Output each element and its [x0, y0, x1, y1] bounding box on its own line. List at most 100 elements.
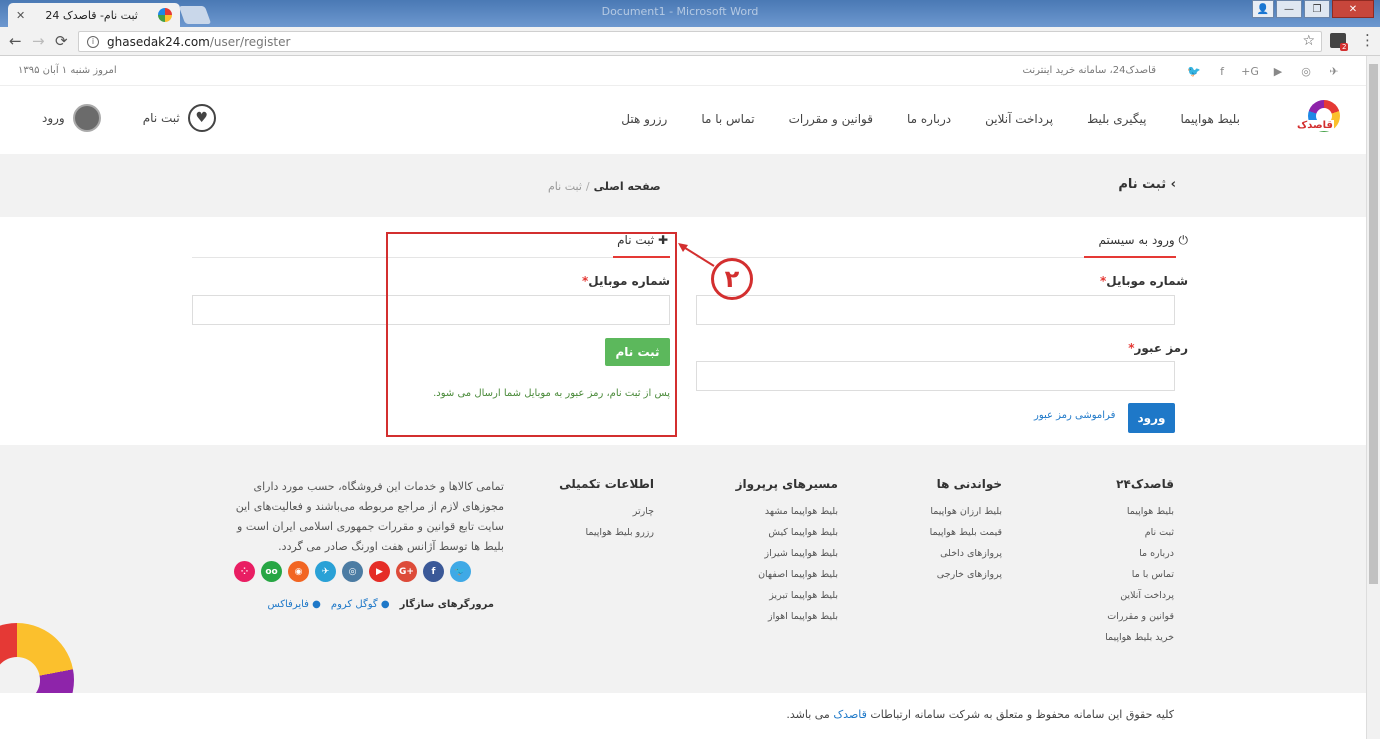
footer-link[interactable]: بلیط هواپیما کیش: [736, 522, 838, 543]
rss-icon[interactable]: ◉: [288, 561, 309, 582]
login-password-input[interactable]: [696, 361, 1175, 391]
footer-col-readings: خواندنی ها بلیط ارزان هواپیما قیمت بلیط …: [930, 477, 1002, 585]
site-tagline: قاصدک24، سامانه خرید اینترنت: [1022, 65, 1156, 76]
footer-link[interactable]: قیمت بلیط هواپیما: [930, 522, 1002, 543]
main-navigation: بلیط هواپیما پیگیری بلیط پرداخت آنلاین د…: [621, 112, 1240, 126]
facebook-icon[interactable]: f: [1214, 63, 1230, 79]
login-submit-button[interactable]: ورود: [1128, 403, 1175, 433]
back-arrow-icon[interactable]: ←: [9, 32, 22, 50]
footer-link[interactable]: بلیط هواپیما شیراز: [736, 543, 838, 564]
tab-close-icon[interactable]: ✕: [16, 9, 25, 22]
reload-icon[interactable]: ⟳: [55, 32, 68, 50]
footer-link[interactable]: درباره ما: [1105, 543, 1174, 564]
login-mobile-input[interactable]: [696, 295, 1175, 325]
maximize-button[interactable]: ❐: [1304, 0, 1330, 18]
page-heading-bar: › ثبت نام صفحه اصلی /ثبت نام: [0, 154, 1366, 217]
forgot-password-link[interactable]: فراموشی رمز عبور: [1034, 410, 1115, 421]
new-tab-button[interactable]: [178, 6, 212, 24]
app-icon[interactable]: ⁘: [234, 561, 255, 582]
forward-arrow-icon[interactable]: →: [32, 32, 45, 50]
footer-link[interactable]: قوانین و مقررات: [1105, 606, 1174, 627]
nav-terms[interactable]: قوانین و مقررات: [789, 112, 873, 126]
instagram-icon[interactable]: ◎: [1298, 63, 1314, 79]
breadcrumb-separator: /: [585, 180, 590, 193]
login-mobile-label: شماره موبایل*: [1100, 274, 1188, 288]
user-profile-icon[interactable]: 👤: [1252, 0, 1274, 18]
header-login-link[interactable]: ورود: [42, 111, 65, 125]
footer-col-title: اطلاعات تکمیلی: [559, 477, 654, 491]
twitter-icon[interactable]: 🐦: [450, 561, 471, 582]
address-toolbar: ← → ⟳ i ghasedak24.com/user/register ☆ 2…: [0, 27, 1380, 56]
footer-link[interactable]: خرید بلیط هواپیما: [1105, 627, 1174, 648]
footer-col-title: قاصدک۲۴: [1116, 477, 1174, 491]
extension-badge: 2: [1340, 43, 1349, 51]
browser-tab[interactable]: ثبت نام- قاصدک 24 ✕: [8, 3, 180, 27]
google-plus-icon[interactable]: G+: [396, 561, 417, 582]
nav-about-us[interactable]: درباره ما: [907, 112, 951, 126]
auth-links: ورود ثبت نام ♥: [42, 104, 216, 132]
footer-link[interactable]: پروازهای داخلی: [930, 543, 1002, 564]
page-scrollbar[interactable]: [1366, 56, 1380, 739]
footer-link[interactable]: بلیط ارزان هواپیما: [930, 501, 1002, 522]
instagram-icon[interactable]: ◎: [342, 561, 363, 582]
register-heart-icon[interactable]: ♥: [187, 104, 216, 132]
nav-flight-tickets[interactable]: بلیط هواپیما: [1180, 112, 1240, 126]
breadcrumb-home[interactable]: صفحه اصلی: [594, 180, 661, 193]
header-register-link[interactable]: ثبت نام: [143, 111, 180, 125]
footer-link[interactable]: رزرو بلیط هواپیما: [559, 522, 654, 543]
nav-contact[interactable]: تماس با ما: [701, 112, 754, 126]
telegram-icon[interactable]: ✈: [315, 561, 336, 582]
power-icon: ⏻: [1178, 233, 1189, 247]
footer-link[interactable]: تماس با ما: [1105, 564, 1174, 585]
site-footer: قاصدک۲۴ بلیط هواپیما ثبت نام درباره ما ت…: [0, 445, 1366, 693]
site-logo[interactable]: قاصدک: [1296, 100, 1340, 136]
login-password-label: رمز عبور*: [1128, 341, 1188, 355]
twitter-icon[interactable]: 🐦: [1186, 63, 1202, 79]
page-title: › ثبت نام: [1118, 177, 1176, 192]
user-avatar-icon[interactable]: [72, 104, 101, 132]
footer-link[interactable]: ثبت نام: [1105, 522, 1174, 543]
bookmark-star-icon[interactable]: ☆: [1302, 33, 1315, 49]
youtube-icon[interactable]: ▶: [1270, 63, 1286, 79]
footer-link[interactable]: بلیط هواپیما تبریز: [736, 585, 838, 606]
scrollbar-thumb[interactable]: [1369, 64, 1378, 584]
logo-text: قاصدک: [1296, 120, 1334, 131]
footer-link[interactable]: بلیط هواپیما اهواز: [736, 606, 838, 627]
url-host: ghasedak24.com: [107, 34, 210, 49]
youtube-icon[interactable]: ▶: [369, 561, 390, 582]
telegram-icon[interactable]: ✈: [1326, 63, 1342, 79]
breadcrumb: صفحه اصلی /ثبت نام: [548, 180, 661, 193]
annotation-step-number: ۲: [711, 258, 753, 300]
compatible-browsers-label: مرورگرهای سازگار: [399, 599, 494, 610]
browser-tabbar: ثبت نام- قاصدک 24 ✕ Document1 - Microsof…: [0, 0, 1380, 27]
footer-col-title: مسیرهای پرپرواز: [735, 477, 838, 491]
google-plus-icon[interactable]: G+: [1241, 63, 1259, 79]
nav-online-payment[interactable]: پرداخت آنلاین: [985, 112, 1053, 126]
footer-link[interactable]: پرداخت آنلاین: [1105, 585, 1174, 606]
footer-about-text: تمامی کالاها و خدمات این فروشگاه، حسب مو…: [235, 480, 504, 553]
site-topbar: امروز شنبه ۱ آبان ۱۳۹۵ قاصدک24، سامانه خ…: [0, 56, 1366, 86]
url-bar[interactable]: i ghasedak24.com/user/register ☆: [78, 31, 1322, 52]
nav-track-ticket[interactable]: پیگیری بلیط: [1087, 112, 1146, 126]
firefox-link[interactable]: ● فایرفاکس: [268, 599, 321, 610]
browser-menu-icon[interactable]: ⋮: [1360, 31, 1375, 49]
tripadvisor-icon[interactable]: oo: [261, 561, 282, 582]
window-title: Document1 - Microsoft Word: [601, 5, 759, 18]
copyright-link[interactable]: قاصدک: [833, 708, 867, 721]
url-path: /user/register: [209, 34, 291, 49]
close-window-button[interactable]: ✕: [1332, 0, 1374, 18]
firefox-icon: ●: [312, 599, 321, 610]
footer-link[interactable]: بلیط هواپیما مشهد: [736, 501, 838, 522]
nav-hotel-booking[interactable]: رزرو هتل: [621, 112, 667, 126]
facebook-icon[interactable]: f: [423, 561, 444, 582]
minimize-button[interactable]: —: [1276, 0, 1302, 18]
footer-link[interactable]: بلیط هواپیما اصفهان: [736, 564, 838, 585]
chrome-link[interactable]: ● گوگل کروم: [331, 599, 390, 610]
footer-link[interactable]: بلیط هواپیما: [1105, 501, 1174, 522]
site-info-icon[interactable]: i: [87, 35, 99, 48]
annotation-highlight-box: [386, 232, 677, 437]
footer-link[interactable]: چارتر: [559, 501, 654, 522]
today-date: امروز شنبه ۱ آبان ۱۳۹۵: [18, 65, 117, 76]
footer-link[interactable]: پروازهای خارجی: [930, 564, 1002, 585]
chrome-icon: ●: [380, 599, 390, 610]
